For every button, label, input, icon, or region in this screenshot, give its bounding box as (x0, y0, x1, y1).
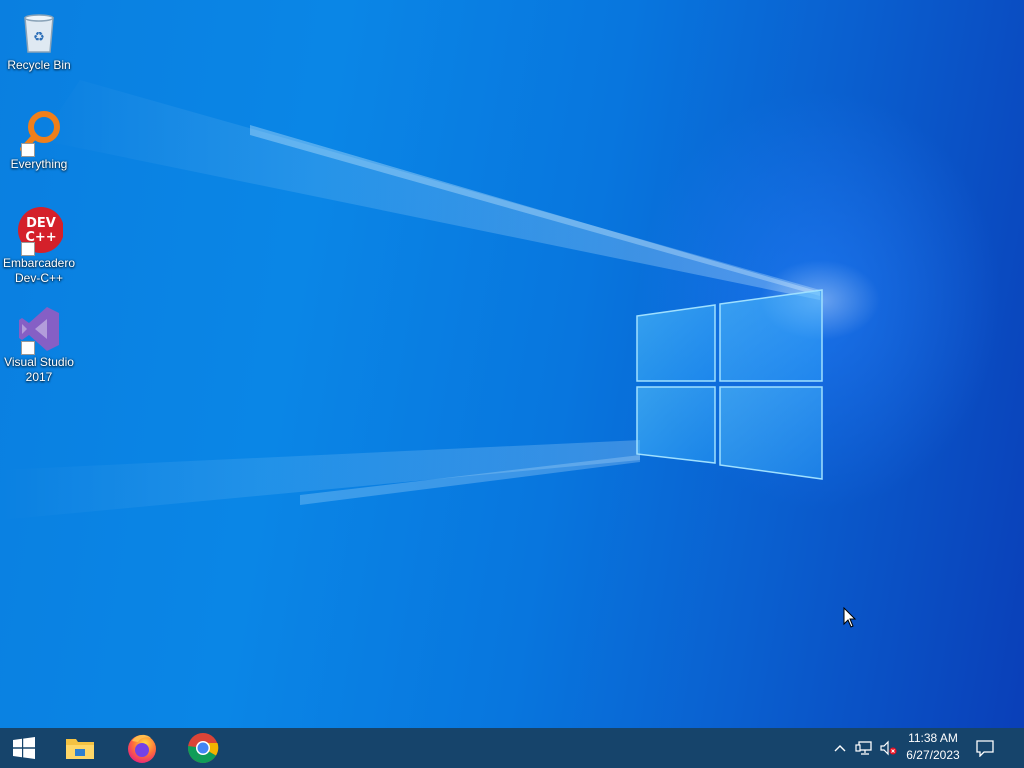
desktop-icon-recycle-bin[interactable]: ♻ Recycle Bin (2, 8, 76, 73)
volume-tray-button[interactable] (877, 728, 899, 768)
action-center-icon (976, 739, 994, 757)
taskbar-chrome[interactable] (179, 728, 227, 768)
clock-time: 11:38 AM (908, 731, 958, 745)
desktop-icon-label: Recycle Bin (7, 58, 71, 72)
network-tray-button[interactable] (853, 728, 875, 768)
start-button[interactable] (0, 728, 48, 768)
shortcut-arrow-icon (21, 341, 35, 355)
mouse-cursor-icon (843, 607, 857, 628)
dev-cpp-icon: DEV C++ (15, 206, 64, 256)
svg-text:DEV: DEV (26, 216, 56, 231)
taskbar: 11:38 AM 6/27/2023 (0, 728, 1024, 768)
chevron-up-icon (834, 745, 846, 752)
shortcut-arrow-icon (21, 143, 35, 157)
svg-text:♻: ♻ (33, 30, 45, 45)
taskbar-file-explorer[interactable] (56, 728, 104, 768)
taskbar-clock[interactable]: 11:38 AM 6/27/2023 (904, 730, 962, 766)
chrome-icon (187, 733, 219, 764)
windows-logo-wallpaper (636, 289, 823, 480)
network-icon (855, 741, 872, 755)
desktop-icon-everything[interactable]: Everything (2, 107, 76, 172)
firefox-icon (128, 734, 156, 763)
file-explorer-icon (66, 739, 94, 759)
action-center-button[interactable] (972, 728, 998, 768)
desktop-icon-label: Visual Studio 2017 (4, 355, 74, 384)
taskbar-firefox[interactable] (118, 728, 166, 768)
desktop-background: ♻ Recycle Bin Everything DEV C++ Embarca… (0, 0, 1024, 728)
windows-start-icon (13, 737, 35, 759)
visual-studio-icon (15, 305, 63, 355)
desktop-icon-label: Everything (10, 157, 68, 171)
wallpaper-light-beams (0, 80, 880, 520)
show-hidden-icons-button[interactable] (830, 728, 850, 768)
everything-search-icon (15, 107, 63, 157)
recycle-bin-icon: ♻ (15, 8, 63, 56)
desktop-icon-visual-studio[interactable]: Visual Studio 2017 (2, 305, 76, 385)
desktop-icon-label: Embarcadero Dev-C++ (2, 256, 76, 285)
clock-date: 6/27/2023 (906, 748, 960, 762)
desktop-icon-dev-cpp[interactable]: DEV C++ Embarcadero Dev-C++ (2, 206, 76, 286)
volume-muted-icon (880, 740, 897, 756)
shortcut-arrow-icon (21, 242, 35, 256)
